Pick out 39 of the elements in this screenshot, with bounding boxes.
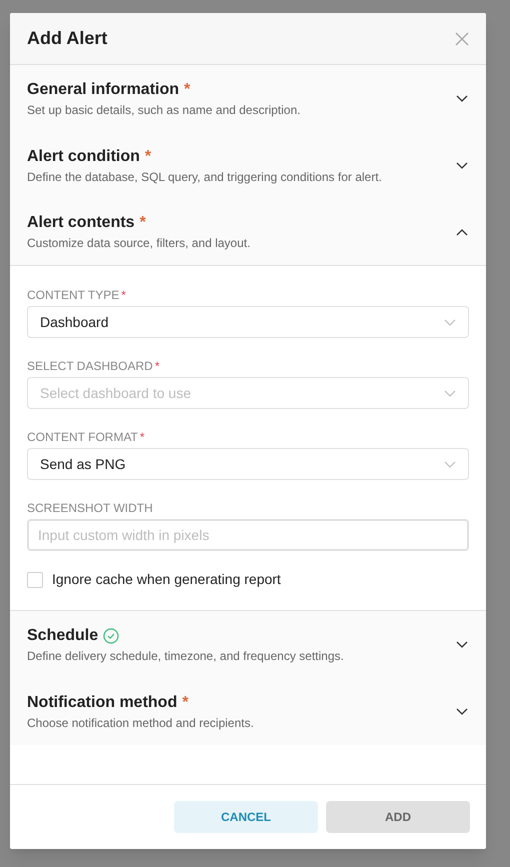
- section-title: Alert contents: [27, 213, 135, 233]
- select-value: Dashboard: [40, 312, 108, 332]
- field-label: SELECT DASHBOARD: [27, 358, 153, 374]
- checkbox[interactable]: [27, 572, 43, 588]
- select-placeholder: Select dashboard to use: [40, 384, 191, 402]
- chevron-down-icon: [444, 390, 456, 396]
- required-mark: *: [140, 214, 146, 232]
- field-label: CONTENT FORMAT: [27, 429, 138, 445]
- input-field[interactable]: Input custom width in pixels: [27, 519, 469, 551]
- required-mark: *: [154, 358, 160, 374]
- chevron-down-icon: [444, 318, 456, 326]
- close-icon[interactable]: [455, 32, 469, 46]
- select-field[interactable]: Dashboard: [27, 306, 469, 338]
- field-label: SCREENSHOT WIDTH: [27, 500, 153, 516]
- field-label: CONTENT TYPE: [27, 287, 120, 303]
- section-title: Alert condition: [27, 146, 140, 166]
- section-description: Define delivery schedule, timezone, and frequency settings.: [27, 648, 344, 664]
- required-mark: *: [144, 148, 152, 166]
- section-header[interactable]: General information * Set up basic details, such as name and description.: [10, 65, 486, 132]
- required-mark: *: [140, 429, 145, 445]
- section-description: Define the database, SQL query, and triggering conditions for alert.: [27, 168, 382, 186]
- section-header[interactable]: Notification method * Choose notification method and recipients.: [10, 678, 486, 745]
- section-header[interactable]: Alert contents * Customize data source, filters, and layout.: [10, 199, 486, 266]
- required-mark: *: [182, 694, 188, 712]
- section-header[interactable]: Alert condition * Define the database, SQL query, and triggering conditions for alert.: [10, 132, 486, 199]
- section-description: Choose notification method and recipients.: [27, 714, 254, 732]
- dialog-title: Add Alert: [27, 27, 108, 50]
- section-title: General information: [27, 80, 180, 100]
- section-title: Schedule: [27, 626, 98, 646]
- checkbox-label: Ignore cache when generating report: [52, 570, 281, 589]
- section-description: Customize data source, filters, and layout.: [27, 235, 250, 252]
- required-mark: *: [184, 80, 190, 98]
- select-value: Send as PNG: [40, 454, 126, 474]
- section-title: Notification method: [27, 692, 178, 712]
- required-mark: *: [121, 287, 126, 303]
- section-description: Set up basic details, such as name and description.: [27, 102, 300, 118]
- section-header[interactable]: Schedule Define delivery schedule, timezone, and frequency settings.: [10, 611, 486, 678]
- chevron-down-icon: [444, 460, 456, 468]
- select-field[interactable]: Send as PNG: [27, 448, 469, 480]
